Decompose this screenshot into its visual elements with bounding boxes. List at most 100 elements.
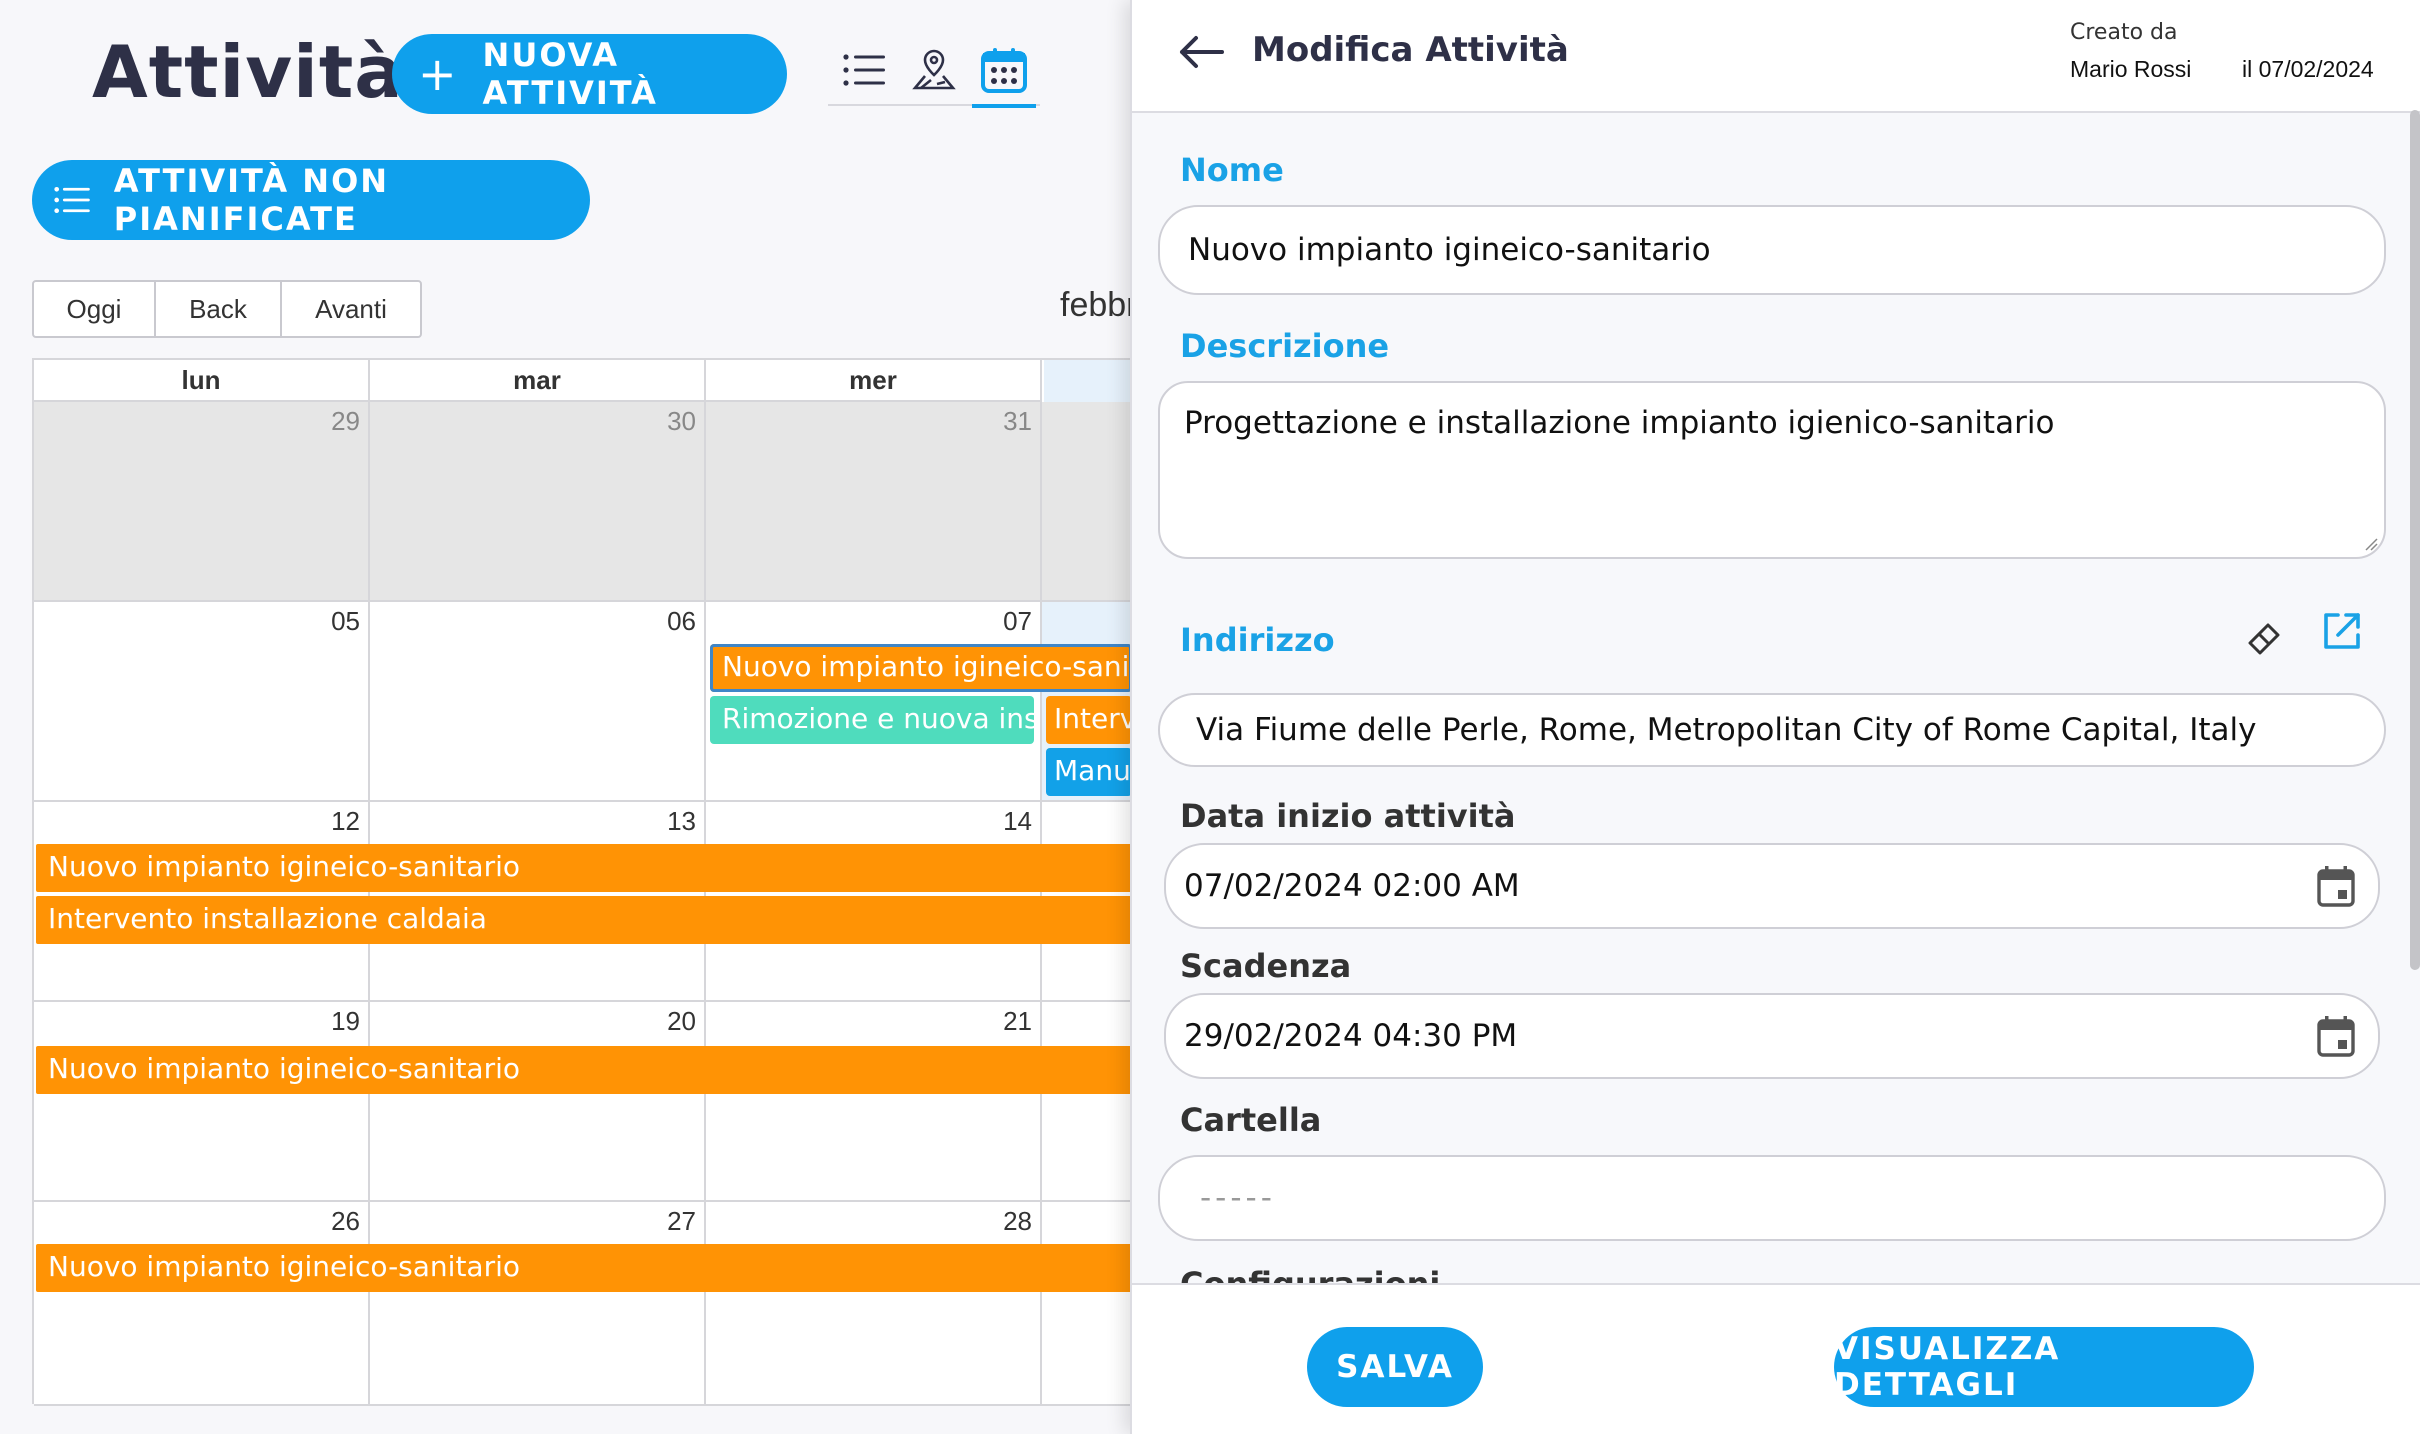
next-section-label: Configurazioni xyxy=(1180,1265,1440,1283)
page-title: Attività xyxy=(92,30,404,114)
unplanned-activities-button[interactable]: ATTIVITÀ NON PIANIFICATE xyxy=(32,160,590,240)
weekday-wed: mer xyxy=(706,360,1042,402)
calendar-view-button[interactable] xyxy=(972,42,1036,108)
calendar-day[interactable]: 06 xyxy=(370,602,706,800)
folder-label: Cartella xyxy=(1180,1101,1322,1139)
month-calendar: lun mar mer 29 30 31 05 06 07 Nuovo impi… xyxy=(32,358,1130,1406)
day-number: 30 xyxy=(667,406,696,436)
calendar-day[interactable]: 05 xyxy=(34,602,370,800)
calendar-event[interactable]: Nuovo impianto igineico-sanitario xyxy=(710,644,1130,692)
calendar-event[interactable]: Intervento installazione caldaia xyxy=(1046,696,1130,744)
calendar-day[interactable]: 21 xyxy=(706,1002,1042,1200)
view-details-button[interactable]: VISUALIZZA DETTAGLI xyxy=(1834,1327,2254,1407)
new-activity-button[interactable]: + NUOVA ATTIVITÀ xyxy=(392,34,787,114)
calendar-event[interactable]: Nuovo impianto igineico-sanitario xyxy=(36,844,1130,892)
calendar-event[interactable]: Nuovo impianto igineico-sanitario xyxy=(36,1046,1130,1094)
view-toggle xyxy=(828,36,1040,108)
deadline-label: Scadenza xyxy=(1180,947,1352,985)
created-on-date: il 07/02/2024 xyxy=(2242,56,2374,82)
calendar-panel: Attività + NUOVA ATTIVITÀ ATTIVITÀ NON P… xyxy=(0,0,1130,1434)
calendar-week: 05 06 07 Nuovo impianto igineico-sanitar… xyxy=(34,602,1130,802)
resize-grip-icon[interactable] xyxy=(2364,537,2378,551)
start-date-label: Data inizio attività xyxy=(1180,797,1516,835)
description-textarea[interactable]: Progettazione e installazione impianto i… xyxy=(1158,381,2386,559)
created-by-label: Creato da xyxy=(2070,20,2178,45)
day-number: 21 xyxy=(1003,1006,1032,1036)
day-number: 27 xyxy=(667,1206,696,1236)
calendar-icon[interactable] xyxy=(2316,864,2356,908)
save-button[interactable]: SALVA xyxy=(1307,1327,1483,1407)
day-number: 06 xyxy=(667,606,696,636)
calendar-day[interactable]: 19 xyxy=(34,1002,370,1200)
calendar-week: 26 27 28 Nuovo impianto igineico-sanitar… xyxy=(34,1202,1130,1406)
calendar-day[interactable] xyxy=(1042,1202,1130,1404)
calendar-day[interactable]: 26 xyxy=(34,1202,370,1404)
calendar-event[interactable]: Rimozione e nuova installazione xyxy=(710,696,1034,744)
today-header-highlight xyxy=(1044,360,1130,402)
activity-form: Nome Nuovo impianto igineico-sanitario D… xyxy=(1132,113,2420,1283)
map-pin-icon xyxy=(912,49,956,90)
start-date-input[interactable]: 07/02/2024 02:00 AM xyxy=(1164,843,2380,929)
day-number: 26 xyxy=(331,1206,360,1236)
today-button[interactable]: Oggi xyxy=(34,282,156,336)
plus-icon: + xyxy=(418,47,459,101)
list-icon xyxy=(843,54,885,86)
day-number: 29 xyxy=(331,406,360,436)
calendar-day[interactable]: 29 xyxy=(34,402,370,600)
day-number: 13 xyxy=(667,806,696,836)
day-number: 05 xyxy=(331,606,360,636)
description-label: Descrizione xyxy=(1180,327,1390,365)
drawer-footer: SALVA VISUALIZZA DETTAGLI xyxy=(1132,1283,2420,1434)
calendar-day[interactable]: 27 xyxy=(370,1202,706,1404)
edit-activity-drawer: Modifica Attività Creato da Mario Rossi … xyxy=(1130,0,2420,1434)
back-button[interactable]: Back xyxy=(156,282,282,336)
calendar-icon[interactable] xyxy=(2316,1014,2356,1058)
month-label: febbraio 2024 xyxy=(1060,286,1130,324)
calendar-day[interactable]: 31 xyxy=(706,402,1042,600)
drawer-header: Modifica Attività Creato da Mario Rossi … xyxy=(1132,0,2420,113)
calendar-event[interactable]: Intervento installazione caldaia xyxy=(36,896,1130,944)
map-view-button[interactable] xyxy=(902,42,966,98)
deadline-value: 29/02/2024 04:30 PM xyxy=(1184,1018,1518,1054)
calendar-event[interactable]: Nuovo impianto igineico-sanitario xyxy=(36,1244,1130,1292)
day-number: 28 xyxy=(1003,1206,1032,1236)
calendar-day[interactable]: 30 xyxy=(370,402,706,600)
address-input[interactable]: Via Fiume delle Perle, Rome, Metropolita… xyxy=(1158,693,2386,767)
day-number: 20 xyxy=(667,1006,696,1036)
calendar-event[interactable]: Manutenzione xyxy=(1046,748,1130,796)
calendar-week: 19 20 21 Nuovo impianto igineico-sanitar… xyxy=(34,1002,1130,1202)
address-label: Indirizzo xyxy=(1180,621,1335,659)
calendar-week: 29 30 31 xyxy=(34,402,1130,602)
calendar-day[interactable] xyxy=(1042,1002,1130,1200)
description-text: Progettazione e installazione impianto i… xyxy=(1184,405,2055,441)
name-label: Nome xyxy=(1180,151,1284,189)
list-view-button[interactable] xyxy=(832,42,896,98)
day-number: 31 xyxy=(1003,406,1032,436)
open-external-icon[interactable] xyxy=(2318,609,2364,655)
deadline-input[interactable]: 29/02/2024 04:30 PM xyxy=(1164,993,2380,1079)
day-number: 19 xyxy=(331,1006,360,1036)
folder-select[interactable]: ----- xyxy=(1158,1155,2386,1241)
calendar-day[interactable]: 20 xyxy=(370,1002,706,1200)
weekday-tue: mar xyxy=(370,360,706,402)
new-activity-label: NUOVA ATTIVITÀ xyxy=(482,36,658,112)
weekday-mon: lun xyxy=(34,360,370,402)
next-button[interactable]: Avanti xyxy=(282,282,420,336)
unplanned-activities-label: ATTIVITÀ NON PIANIFICATE xyxy=(113,162,390,238)
day-number: 14 xyxy=(1003,806,1032,836)
calendar-week: 12 13 14 Nuovo impianto igineico-sanitar… xyxy=(34,802,1130,1002)
day-number: 07 xyxy=(1003,606,1032,636)
name-input[interactable]: Nuovo impianto igineico-sanitario xyxy=(1158,205,2386,295)
day-number: 12 xyxy=(331,806,360,836)
calendar-day[interactable] xyxy=(1042,402,1130,600)
weekday-header: lun mar mer xyxy=(34,360,1042,402)
drawer-title: Modifica Attività xyxy=(1252,30,1569,70)
calendar-navigation: Oggi Back Avanti xyxy=(32,280,422,338)
calendar-day[interactable]: 28 xyxy=(706,1202,1042,1404)
back-arrow-icon[interactable] xyxy=(1176,32,1226,72)
form-scrollbar[interactable] xyxy=(2410,110,2420,970)
calendar-icon xyxy=(981,48,1027,93)
created-by-name: Mario Rossi xyxy=(2070,56,2192,82)
eraser-icon[interactable] xyxy=(2242,613,2288,659)
start-date-value: 07/02/2024 02:00 AM xyxy=(1184,868,1520,904)
